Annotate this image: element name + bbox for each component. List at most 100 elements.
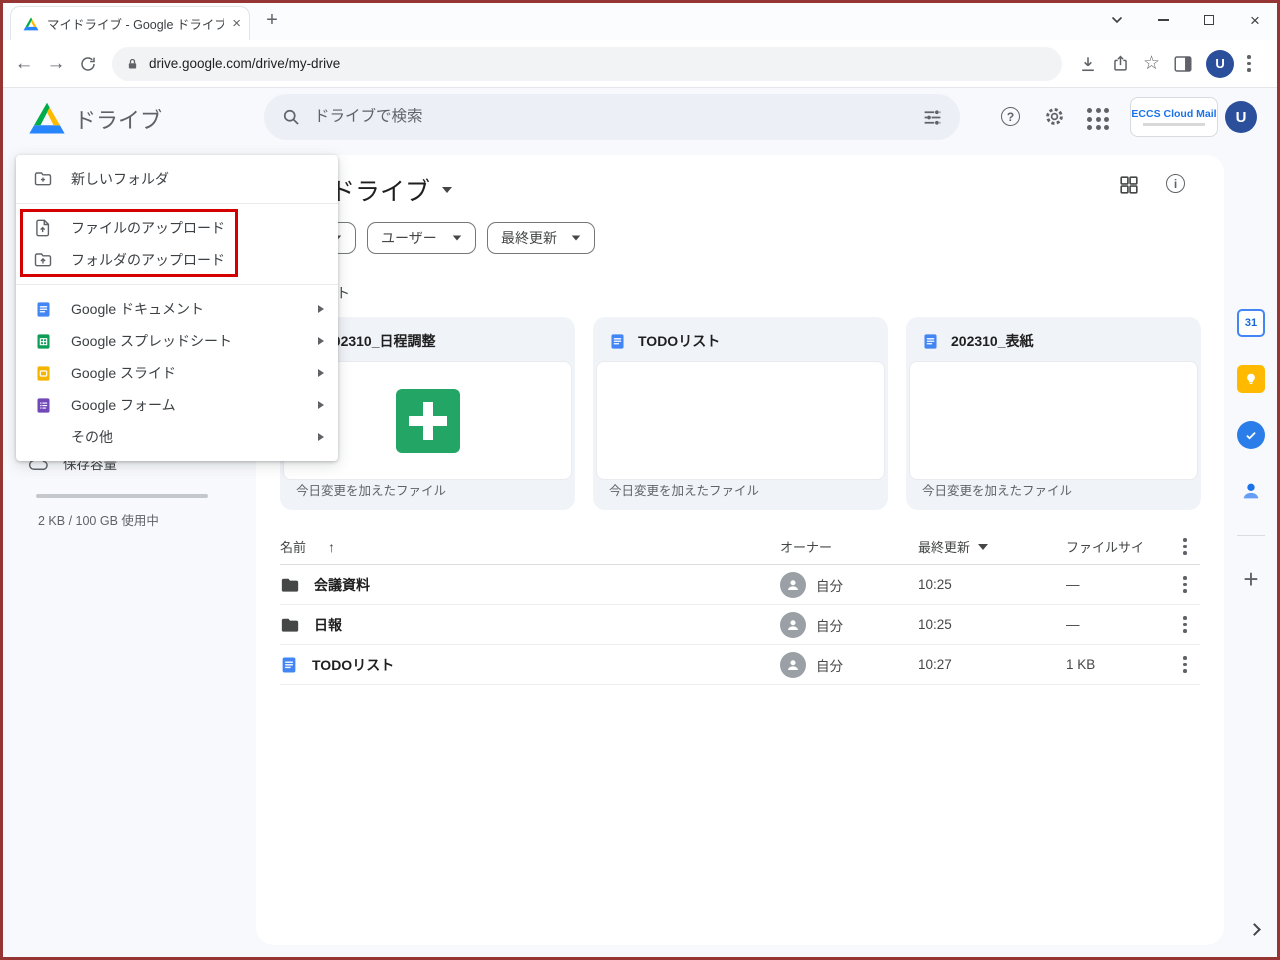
table-row[interactable]: 会議資料 自分 10:25 — bbox=[280, 565, 1200, 605]
column-header-name[interactable]: 名前 bbox=[280, 537, 306, 556]
file-name: TODOリスト bbox=[312, 656, 395, 673]
menu-item-label: Google スプレッドシート bbox=[71, 333, 233, 349]
save-offline-icon[interactable] bbox=[1078, 54, 1098, 74]
menu-item-new-folder[interactable]: 新しいフォルダ bbox=[16, 163, 338, 195]
card-caption: 今日変更を加えたファイル bbox=[922, 484, 1073, 498]
browser-profile-avatar[interactable]: U bbox=[1206, 49, 1235, 78]
sheets-icon bbox=[33, 333, 53, 350]
menu-item-google-sheets[interactable]: Google スプレッドシート bbox=[16, 325, 338, 357]
file-size: 1 KB bbox=[1066, 657, 1096, 672]
bookmark-star-icon[interactable]: ☆ bbox=[1143, 54, 1160, 73]
side-panel-icon[interactable] bbox=[1173, 55, 1193, 73]
chip-label: 最終更新 bbox=[501, 230, 557, 246]
menu-item-label: Google スライド bbox=[71, 365, 177, 381]
eccs-account-badge[interactable]: ECCS Cloud Mail bbox=[1130, 97, 1218, 137]
drive-app-name: ドライブ bbox=[74, 108, 163, 133]
new-tab-button[interactable]: + bbox=[260, 8, 284, 32]
submenu-arrow-icon bbox=[318, 401, 324, 409]
suggested-file-card[interactable]: TODOリスト 今日変更を加えたファイル bbox=[593, 317, 888, 510]
tab-search-chevron-icon[interactable] bbox=[1094, 0, 1140, 40]
menu-item-more[interactable]: その他 bbox=[16, 421, 338, 453]
share-icon[interactable] bbox=[1111, 54, 1130, 73]
forms-icon bbox=[33, 397, 53, 414]
row-options-icon[interactable] bbox=[1183, 656, 1187, 673]
menu-item-label: Google ドキュメント bbox=[71, 301, 205, 317]
url-text: drive.google.com/drive/my-drive bbox=[149, 56, 341, 71]
card-title: TODOリスト bbox=[638, 333, 721, 349]
owner-avatar bbox=[780, 651, 806, 678]
card-title: 202310_日程調整 bbox=[325, 333, 436, 349]
folder-icon bbox=[280, 615, 300, 635]
lock-icon[interactable] bbox=[126, 57, 139, 71]
drive-search-bar[interactable] bbox=[264, 94, 960, 140]
back-button[interactable]: ← bbox=[8, 48, 40, 80]
menu-item-google-docs[interactable]: Google ドキュメント bbox=[16, 293, 338, 325]
rail-divider bbox=[1237, 535, 1265, 536]
docs-icon bbox=[33, 301, 53, 318]
submenu-arrow-icon bbox=[318, 337, 324, 345]
help-icon[interactable]: ? bbox=[1001, 107, 1020, 126]
storage-progress-bar bbox=[36, 494, 208, 498]
row-options-icon[interactable] bbox=[1183, 616, 1187, 633]
address-bar[interactable]: drive.google.com/drive/my-drive bbox=[112, 46, 1062, 81]
add-app-icon[interactable]: + bbox=[1237, 564, 1265, 594]
reload-button[interactable] bbox=[72, 48, 104, 80]
google-apps-grid-icon[interactable] bbox=[1087, 108, 1109, 130]
suggested-files: 202310_日程調整 今日変更を加えたファイル TODOリスト 今日変更を加え… bbox=[280, 317, 1201, 510]
browser-menu-icon[interactable] bbox=[1247, 55, 1251, 72]
tab-close-icon[interactable]: × bbox=[232, 16, 241, 31]
close-button[interactable]: × bbox=[1232, 0, 1278, 40]
card-caption: 今日変更を加えたファイル bbox=[296, 484, 447, 498]
eccs-badge-subtext bbox=[1143, 123, 1205, 126]
search-icon[interactable] bbox=[281, 107, 301, 127]
menu-item-label: 新しいフォルダ bbox=[71, 171, 169, 187]
file-size: — bbox=[1066, 577, 1080, 592]
drive-favicon-icon bbox=[23, 16, 39, 31]
docs-icon bbox=[922, 333, 939, 350]
column-header-modified[interactable]: 最終更新 bbox=[918, 537, 970, 556]
keep-icon[interactable] bbox=[1237, 365, 1265, 393]
info-icon[interactable]: i bbox=[1166, 174, 1185, 193]
search-input[interactable] bbox=[314, 108, 909, 126]
row-options-icon[interactable] bbox=[1183, 576, 1187, 593]
card-title: 202310_表紙 bbox=[951, 333, 1034, 349]
search-options-icon[interactable] bbox=[922, 107, 943, 128]
menu-divider bbox=[16, 284, 338, 285]
filter-chip-modified[interactable]: 最終更新 bbox=[487, 222, 595, 254]
browser-tab[interactable]: マイドライブ - Google ドライブ × bbox=[10, 6, 250, 40]
table-row[interactable]: TODOリスト 自分 10:27 1 KB bbox=[280, 645, 1200, 685]
sort-ascending-icon[interactable]: ↑ bbox=[328, 539, 335, 555]
owner-avatar bbox=[780, 611, 806, 638]
menu-item-google-forms[interactable]: Google フォーム bbox=[16, 389, 338, 421]
contacts-icon[interactable] bbox=[1237, 477, 1265, 505]
submenu-arrow-icon bbox=[318, 433, 324, 441]
calendar-icon[interactable]: 31 bbox=[1237, 309, 1265, 337]
minimize-button[interactable] bbox=[1140, 0, 1186, 40]
forward-button[interactable]: → bbox=[40, 48, 72, 80]
modified-time: 10:25 bbox=[918, 577, 952, 592]
owner-name: 自分 bbox=[816, 618, 843, 634]
browser-titlebar: マイドライブ - Google ドライブ × + × bbox=[0, 0, 1280, 40]
storage-usage-text: 2 KB / 100 GB 使用中 bbox=[38, 514, 159, 528]
show-side-panel-icon[interactable] bbox=[1248, 923, 1261, 936]
column-options-icon[interactable] bbox=[1183, 538, 1187, 555]
drive-logo-icon[interactable] bbox=[28, 102, 66, 135]
chip-label: ユーザー bbox=[381, 230, 437, 246]
chevron-down-icon bbox=[442, 187, 453, 193]
suggested-file-card[interactable]: 202310_表紙 今日変更を加えたファイル bbox=[906, 317, 1201, 510]
grid-view-toggle-icon[interactable] bbox=[1118, 174, 1140, 196]
table-row[interactable]: 日報 自分 10:25 — bbox=[280, 605, 1200, 645]
tasks-icon[interactable] bbox=[1237, 421, 1265, 449]
account-avatar[interactable]: U bbox=[1225, 101, 1257, 133]
file-size: — bbox=[1066, 617, 1080, 632]
column-header-size[interactable]: ファイルサイ bbox=[1066, 540, 1144, 555]
menu-item-google-slides[interactable]: Google スライド bbox=[16, 357, 338, 389]
new-menu: 新しいフォルダ ファイルのアップロード フォルダのアップロード Google ド… bbox=[16, 155, 338, 461]
menu-item-label: Google フォーム bbox=[71, 397, 176, 413]
suggestions-label-fragment: ト bbox=[336, 285, 350, 301]
filter-chip-people[interactable]: ユーザー bbox=[367, 222, 476, 254]
column-header-owner[interactable]: オーナー bbox=[780, 537, 832, 556]
maximize-button[interactable] bbox=[1186, 0, 1232, 40]
settings-gear-icon[interactable] bbox=[1043, 105, 1066, 128]
slides-icon bbox=[33, 365, 53, 382]
